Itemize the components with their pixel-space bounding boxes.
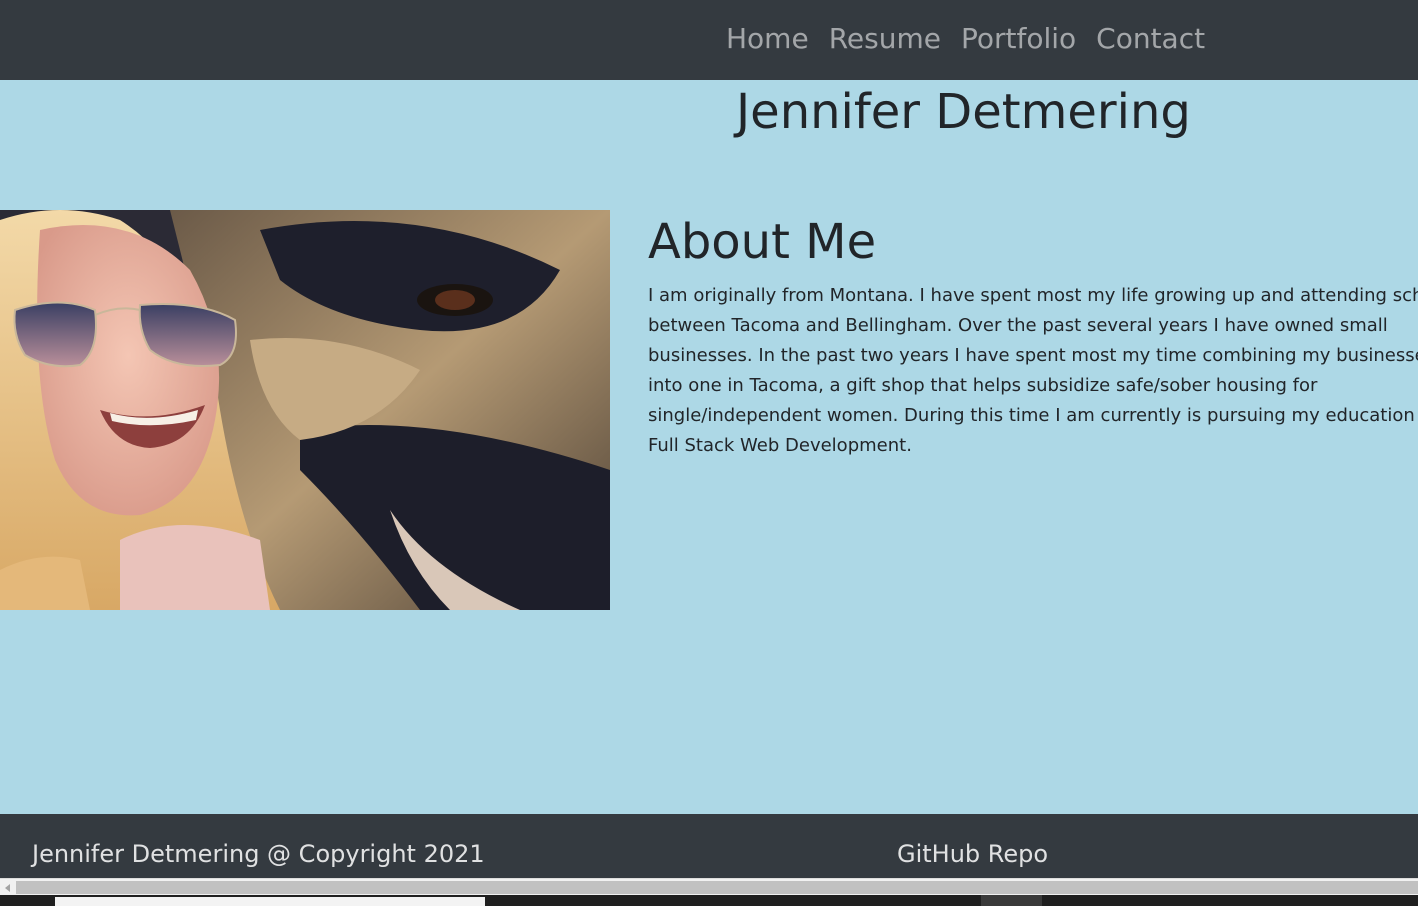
page-title: Jennifer Detmering	[736, 84, 1191, 140]
arrow-left-icon	[5, 883, 10, 892]
nav-link-resume[interactable]: Resume	[819, 20, 951, 58]
taskbar-active-app[interactable]	[981, 895, 1042, 906]
nav-link-portfolio[interactable]: Portfolio	[951, 20, 1086, 58]
about-paragraph: I am originally from Montana. I have spe…	[648, 285, 1418, 456]
main-content: Jennifer Detmering About Me I am origina…	[0, 80, 1418, 814]
footer-copyright: Jennifer Detmering @ Copyright 2021	[32, 840, 485, 868]
nav-links: Home Resume Portfolio Contact	[716, 20, 1215, 58]
taskbar-search-box[interactable]	[55, 897, 485, 906]
github-repo-link[interactable]: GitHub Repo	[897, 838, 1048, 870]
footer: Jennifer Detmering @ Copyright 2021 GitH…	[0, 814, 1418, 878]
navbar: Home Resume Portfolio Contact	[0, 0, 1418, 80]
scroll-left-button[interactable]	[0, 879, 15, 896]
scrollbar-thumb[interactable]	[16, 881, 1418, 894]
nav-link-contact[interactable]: Contact	[1086, 20, 1215, 58]
horizontal-scrollbar[interactable]	[0, 878, 1418, 896]
profile-photo-image	[0, 210, 610, 610]
taskbar	[0, 895, 1418, 906]
about-heading: About Me	[648, 214, 877, 270]
nav-link-home[interactable]: Home	[716, 20, 819, 58]
profile-photo	[0, 210, 610, 610]
page: Home Resume Portfolio Contact Jennifer D…	[0, 0, 1418, 906]
